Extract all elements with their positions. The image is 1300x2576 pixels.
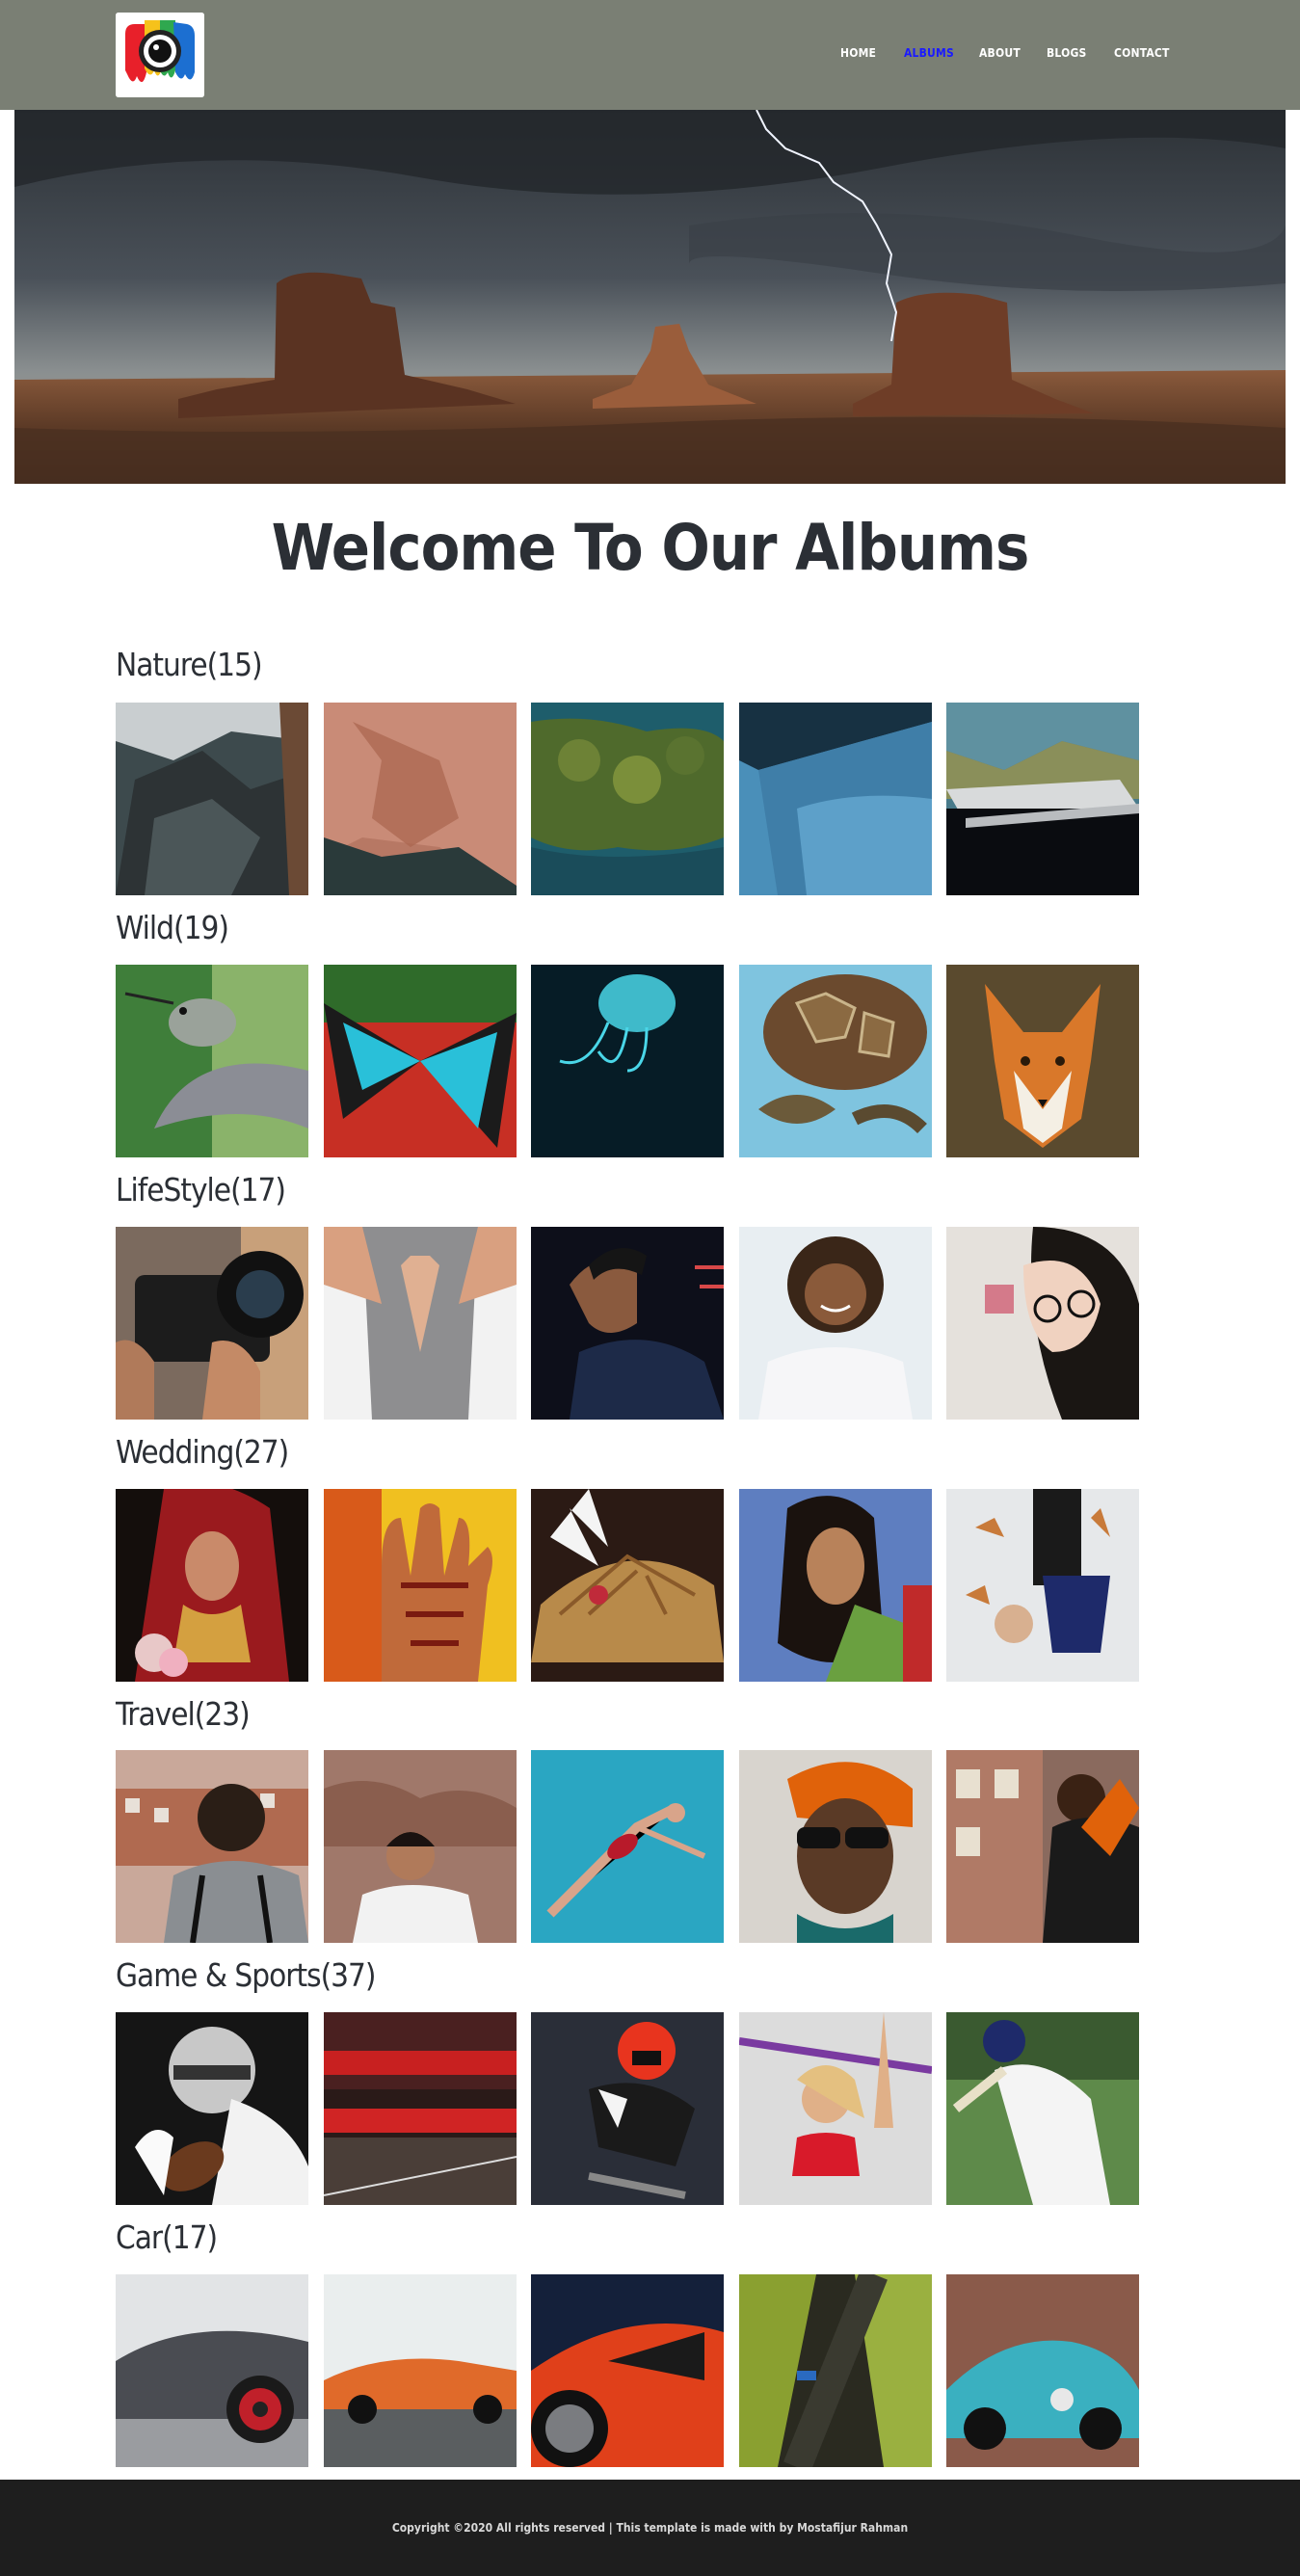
album-photo[interactable] [946, 1227, 1139, 1420]
album-title-wedding: Wedding(27) [116, 1433, 289, 1471]
page-title: Welcome To Our Albums [271, 511, 1030, 585]
nav-home-link[interactable]: HOME [840, 46, 876, 60]
album-photo[interactable] [946, 965, 1139, 1157]
album-title-nature: Nature(15) [116, 646, 263, 683]
nav-contact-link[interactable]: CONTACT [1114, 46, 1170, 60]
album-photo[interactable] [739, 965, 932, 1157]
album-photo[interactable] [531, 703, 724, 895]
album-photo[interactable] [116, 1750, 308, 1943]
album-photo[interactable] [116, 2274, 308, 2467]
album-photo[interactable] [946, 2274, 1139, 2467]
album-photo[interactable] [739, 1227, 932, 1420]
album-photo[interactable] [946, 1750, 1139, 1943]
album-title-car: Car(17) [116, 2218, 218, 2256]
album-photo[interactable] [324, 2274, 517, 2467]
album-photo[interactable] [324, 2012, 517, 2205]
album-photo[interactable] [739, 2274, 932, 2467]
album-photo[interactable] [739, 703, 932, 895]
album-photo[interactable] [946, 1489, 1139, 1682]
album-photo[interactable] [531, 1227, 724, 1420]
album-photo[interactable] [324, 1750, 517, 1943]
footer-copyright: Copyright ©2020 All rights reserved | Th… [391, 2521, 909, 2535]
album-photo[interactable] [531, 965, 724, 1157]
album-title-wild: Wild(19) [116, 909, 229, 946]
nav-blogs-link[interactable]: BLOGS [1047, 46, 1087, 60]
hero-banner-image [14, 110, 1286, 484]
album-photo[interactable] [946, 2012, 1139, 2205]
nav-albums-link[interactable]: ALBUMS [904, 46, 954, 60]
nav-about-link[interactable]: ABOUT [979, 46, 1021, 60]
album-photo[interactable] [116, 2012, 308, 2205]
footer: Copyright ©2020 All rights reserved | Th… [0, 2480, 1300, 2576]
album-photo[interactable] [324, 1227, 517, 1420]
nav-menu: HOME ALBUMS ABOUT BLOGS CONTACT [0, 46, 1300, 66]
album-photo[interactable] [946, 703, 1139, 895]
album-photo[interactable] [116, 1489, 308, 1682]
album-photo[interactable] [739, 1489, 932, 1682]
album-photo[interactable] [324, 703, 517, 895]
album-title-travel: Travel(23) [116, 1695, 251, 1733]
album-title-game-sports: Game & Sports(37) [116, 1956, 377, 1994]
album-title-lifestyle: LifeStyle(17) [116, 1171, 286, 1208]
album-photo[interactable] [324, 1489, 517, 1682]
top-navbar: HOME ALBUMS ABOUT BLOGS CONTACT [0, 0, 1300, 110]
album-photo[interactable] [116, 1227, 308, 1420]
album-photo[interactable] [116, 965, 308, 1157]
album-photo[interactable] [531, 2274, 724, 2467]
album-photo[interactable] [116, 703, 308, 895]
album-photo[interactable] [739, 2012, 932, 2205]
album-photo[interactable] [531, 2012, 724, 2205]
album-photo[interactable] [531, 1750, 724, 1943]
album-photo[interactable] [531, 1489, 724, 1682]
album-photo[interactable] [739, 1750, 932, 1943]
album-photo[interactable] [324, 965, 517, 1157]
